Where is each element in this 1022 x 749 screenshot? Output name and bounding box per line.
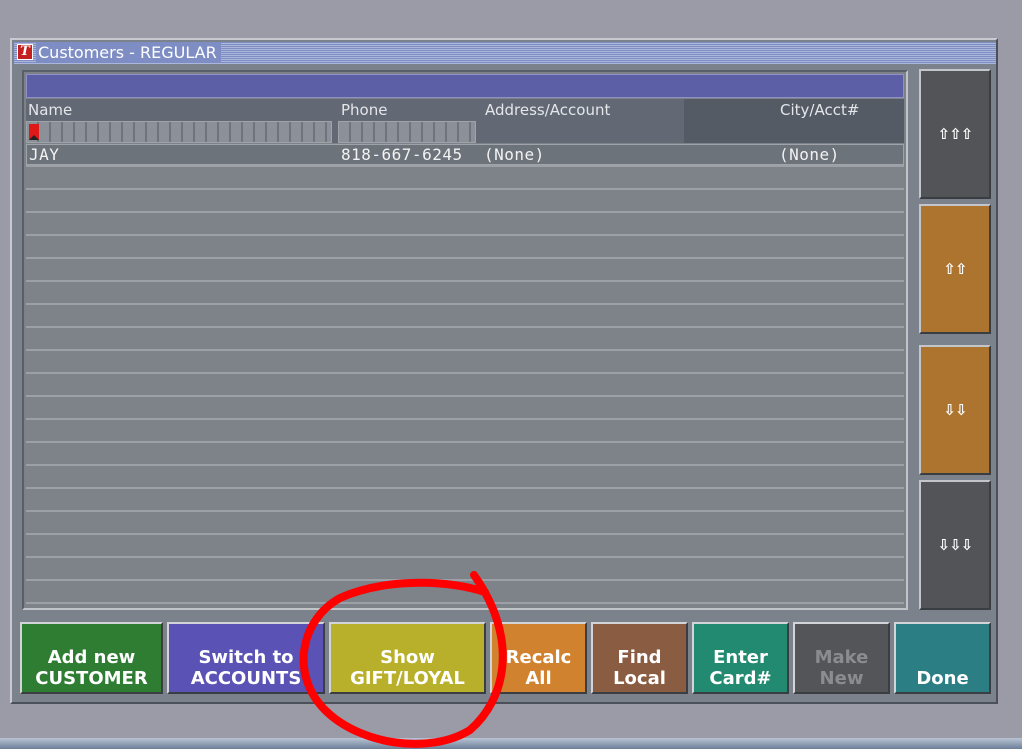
make-new-button[interactable]: Make New xyxy=(793,622,890,694)
page-up-button[interactable]: ⇧⇧⇧ xyxy=(919,69,991,199)
button-label-line2: Done xyxy=(916,668,969,689)
button-label-line2: All xyxy=(525,668,552,689)
switch-to-accounts-button[interactable]: Switch to ACCOUNTS xyxy=(167,622,325,694)
row-address: (None) xyxy=(484,145,545,164)
table-row[interactable]: JAY 818-667-6245 (None) (None) xyxy=(26,144,904,165)
add-new-customer-button[interactable]: Add new CUSTOMER xyxy=(20,622,163,694)
page-down-button[interactable]: ⇩⇩⇩ xyxy=(919,480,991,610)
button-label-line1: Make xyxy=(814,647,869,668)
window-title: Customers - REGULAR xyxy=(36,43,221,63)
taskbar-strip xyxy=(0,738,1022,749)
button-label-line2: CUSTOMER xyxy=(35,668,148,689)
phone-search-input[interactable] xyxy=(338,121,476,143)
show-gift-loyal-button[interactable]: Show GIFT/LOYAL xyxy=(329,622,486,694)
scroll-up-button[interactable]: ⇧⇧ xyxy=(919,204,991,334)
find-local-button[interactable]: Find Local xyxy=(591,622,688,694)
rows-container: JAY 818-667-6245 (None) (None) xyxy=(26,144,904,608)
button-label-line2: Local xyxy=(613,668,666,689)
button-label-line2: New xyxy=(819,668,864,689)
app-logo-icon: T xyxy=(17,44,33,60)
column-header-row: Name Phone Address/Account City/Acct# xyxy=(26,99,904,143)
button-label-line1: Show xyxy=(380,647,435,668)
button-label-line2: GIFT/LOYAL xyxy=(350,668,465,689)
row-city: (None) xyxy=(779,145,840,164)
button-label-line1: Add new xyxy=(47,647,136,668)
title-bar: T Customers - REGULAR xyxy=(14,42,996,64)
column-header-name[interactable]: Name xyxy=(28,101,72,119)
column-header-city[interactable]: City/Acct# xyxy=(780,101,859,119)
customer-list: Name Phone Address/Account City/Acct# JA… xyxy=(22,70,908,610)
button-label-line1: Find xyxy=(617,647,662,668)
customers-window: T Customers - REGULAR Name Phone Address… xyxy=(10,38,998,704)
name-search-input[interactable] xyxy=(26,121,332,143)
row-phone: 818-667-6245 xyxy=(341,145,463,164)
button-label-line1: Recalc xyxy=(505,647,572,668)
list-top-bar xyxy=(26,74,904,98)
enter-card-button[interactable]: Enter Card# xyxy=(692,622,789,694)
button-label-line2: ACCOUNTS xyxy=(190,668,302,689)
scroll-down-button[interactable]: ⇩⇩ xyxy=(919,345,991,475)
button-label-line2: Card# xyxy=(709,668,772,689)
column-header-address[interactable]: Address/Account xyxy=(485,101,610,119)
column-header-phone[interactable]: Phone xyxy=(341,101,387,119)
recalc-all-button[interactable]: Recalc All xyxy=(490,622,587,694)
button-label-line1: Enter xyxy=(713,647,768,668)
row-name: JAY xyxy=(29,145,60,164)
button-label-line1: Switch to xyxy=(198,647,294,668)
text-cursor-marker xyxy=(29,124,39,140)
done-button[interactable]: Done xyxy=(894,622,991,694)
